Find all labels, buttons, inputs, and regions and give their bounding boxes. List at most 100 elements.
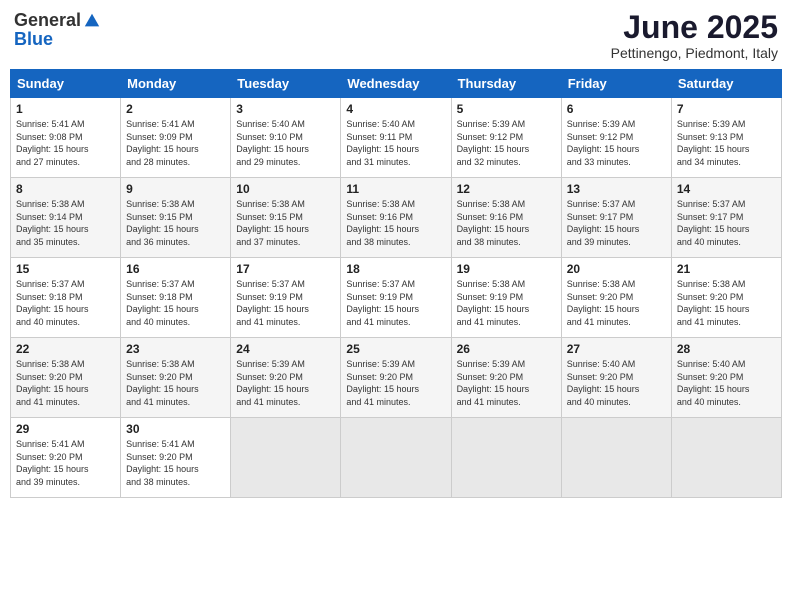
day-number: 26 [457, 342, 556, 356]
calendar-cell-22: 22Sunrise: 5:38 AM Sunset: 9:20 PM Dayli… [11, 338, 121, 418]
calendar-cell-1: 1 Sunrise: 5:41 AM Sunset: 9:08 PM Daylig… [11, 98, 121, 178]
calendar-cell-28: 28Sunrise: 5:40 AM Sunset: 9:20 PM Dayli… [671, 338, 781, 418]
calendar-cell-27: 27 Sunrise: 5:40 AM Sunset: 9:20 PM Dayli… [561, 338, 671, 418]
calendar-cell-4: 4 Sunrise: 5:40 AM Sunset: 9:11 PM Daylig… [341, 98, 451, 178]
day-info: Sunrise: 5:39 AM Sunset: 9:20 PM Dayligh… [457, 358, 556, 408]
day-info: Sunrise: 5:40 AM Sunset: 9:20 PM Dayligh… [567, 358, 666, 408]
calendar-cell-13: 13Sunrise: 5:37 AM Sunset: 9:17 PM Dayli… [561, 178, 671, 258]
day-info: Sunrise: 5:38 AM Sunset: 9:20 PM Dayligh… [567, 278, 666, 328]
day-info: Sunrise: 5:38 AM Sunset: 9:19 PM Dayligh… [457, 278, 556, 328]
calendar-cell-17: 17 Sunrise: 5:37 AM Sunset: 9:19 PM Dayli… [231, 258, 341, 338]
day-number: 25 [346, 342, 445, 356]
logo-icon [83, 12, 101, 30]
day-info: Sunrise: 5:37 AM Sunset: 9:18 PM Dayligh… [126, 278, 225, 328]
calendar-cell-empty [341, 418, 451, 498]
calendar-week-5: 29 Sunrise: 5:41 AM Sunset: 9:20 PM Dayli… [11, 418, 782, 498]
day-info: Sunrise: 5:40 AM Sunset: 9:20 PM Dayligh… [677, 358, 776, 408]
day-number: 11 [346, 182, 445, 196]
logo: General Blue [14, 10, 101, 50]
day-info: Sunrise: 5:40 AM Sunset: 9:11 PM Dayligh… [346, 118, 445, 168]
calendar-cell-26: 26 Sunrise: 5:39 AM Sunset: 9:20 PM Dayli… [451, 338, 561, 418]
logo-blue: Blue [14, 29, 53, 50]
calendar-cell-23: 23 Sunrise: 5:38 AM Sunset: 9:20 PM Dayli… [121, 338, 231, 418]
calendar-cell-18: 18 Sunrise: 5:37 AM Sunset: 9:19 PM Dayli… [341, 258, 451, 338]
calendar-cell-9: 9 Sunrise: 5:38 AM Sunset: 9:15 PM Daylig… [121, 178, 231, 258]
day-number: 2 [126, 102, 225, 116]
calendar-cell-empty [561, 418, 671, 498]
calendar-week-3: 15Sunrise: 5:37 AM Sunset: 9:18 PM Dayli… [11, 258, 782, 338]
day-info: Sunrise: 5:37 AM Sunset: 9:18 PM Dayligh… [16, 278, 115, 328]
day-info: Sunrise: 5:40 AM Sunset: 9:10 PM Dayligh… [236, 118, 335, 168]
day-info: Sunrise: 5:39 AM Sunset: 9:20 PM Dayligh… [346, 358, 445, 408]
day-number: 8 [16, 182, 115, 196]
day-number: 13 [567, 182, 666, 196]
day-number: 18 [346, 262, 445, 276]
day-info: Sunrise: 5:38 AM Sunset: 9:16 PM Dayligh… [346, 198, 445, 248]
day-info: Sunrise: 5:38 AM Sunset: 9:15 PM Dayligh… [126, 198, 225, 248]
calendar-week-1: 1 Sunrise: 5:41 AM Sunset: 9:08 PM Daylig… [11, 98, 782, 178]
calendar-header-thursday: Thursday [451, 70, 561, 98]
day-info: Sunrise: 5:39 AM Sunset: 9:12 PM Dayligh… [457, 118, 556, 168]
day-number: 20 [567, 262, 666, 276]
day-number: 4 [346, 102, 445, 116]
calendar-cell-3: 3Sunrise: 5:40 AM Sunset: 9:10 PM Daylig… [231, 98, 341, 178]
day-number: 14 [677, 182, 776, 196]
day-info: Sunrise: 5:38 AM Sunset: 9:15 PM Dayligh… [236, 198, 335, 248]
calendar: SundayMondayTuesdayWednesdayThursdayFrid… [10, 69, 782, 498]
day-info: Sunrise: 5:37 AM Sunset: 9:19 PM Dayligh… [346, 278, 445, 328]
page-header: General Blue June 2025 Pettinengo, Piedm… [10, 10, 782, 61]
day-number: 21 [677, 262, 776, 276]
calendar-cell-7: 7 Sunrise: 5:39 AM Sunset: 9:13 PM Daylig… [671, 98, 781, 178]
title-block: June 2025 Pettinengo, Piedmont, Italy [611, 10, 778, 61]
day-info: Sunrise: 5:37 AM Sunset: 9:19 PM Dayligh… [236, 278, 335, 328]
day-info: Sunrise: 5:38 AM Sunset: 9:20 PM Dayligh… [126, 358, 225, 408]
day-number: 6 [567, 102, 666, 116]
calendar-cell-2: 2Sunrise: 5:41 AM Sunset: 9:09 PM Daylig… [121, 98, 231, 178]
calendar-cell-21: 21Sunrise: 5:38 AM Sunset: 9:20 PM Dayli… [671, 258, 781, 338]
calendar-header-monday: Monday [121, 70, 231, 98]
calendar-cell-10: 10 Sunrise: 5:38 AM Sunset: 9:15 PM Dayli… [231, 178, 341, 258]
day-info: Sunrise: 5:39 AM Sunset: 9:13 PM Dayligh… [677, 118, 776, 168]
calendar-header-saturday: Saturday [671, 70, 781, 98]
calendar-cell-empty [671, 418, 781, 498]
calendar-header-friday: Friday [561, 70, 671, 98]
day-info: Sunrise: 5:41 AM Sunset: 9:08 PM Dayligh… [16, 118, 115, 168]
day-number: 10 [236, 182, 335, 196]
calendar-cell-empty [231, 418, 341, 498]
calendar-cell-19: 19 Sunrise: 5:38 AM Sunset: 9:19 PM Dayli… [451, 258, 561, 338]
calendar-header-wednesday: Wednesday [341, 70, 451, 98]
month-title: June 2025 [611, 10, 778, 45]
calendar-cell-6: 6 Sunrise: 5:39 AM Sunset: 9:12 PM Daylig… [561, 98, 671, 178]
calendar-header-sunday: Sunday [11, 70, 121, 98]
day-number: 17 [236, 262, 335, 276]
day-number: 19 [457, 262, 556, 276]
day-info: Sunrise: 5:41 AM Sunset: 9:20 PM Dayligh… [126, 438, 225, 488]
calendar-week-2: 8 Sunrise: 5:38 AM Sunset: 9:14 PM Daylig… [11, 178, 782, 258]
day-number: 7 [677, 102, 776, 116]
day-number: 29 [16, 422, 115, 436]
calendar-cell-5: 5 Sunrise: 5:39 AM Sunset: 9:12 PM Daylig… [451, 98, 561, 178]
location: Pettinengo, Piedmont, Italy [611, 45, 778, 61]
day-info: Sunrise: 5:39 AM Sunset: 9:12 PM Dayligh… [567, 118, 666, 168]
day-number: 30 [126, 422, 225, 436]
day-info: Sunrise: 5:38 AM Sunset: 9:16 PM Dayligh… [457, 198, 556, 248]
day-number: 27 [567, 342, 666, 356]
calendar-cell-empty [451, 418, 561, 498]
day-info: Sunrise: 5:37 AM Sunset: 9:17 PM Dayligh… [677, 198, 776, 248]
day-number: 5 [457, 102, 556, 116]
day-info: Sunrise: 5:38 AM Sunset: 9:14 PM Dayligh… [16, 198, 115, 248]
calendar-cell-16: 16 Sunrise: 5:37 AM Sunset: 9:18 PM Dayli… [121, 258, 231, 338]
calendar-cell-24: 24Sunrise: 5:39 AM Sunset: 9:20 PM Dayli… [231, 338, 341, 418]
day-number: 1 [16, 102, 115, 116]
calendar-cell-8: 8 Sunrise: 5:38 AM Sunset: 9:14 PM Daylig… [11, 178, 121, 258]
calendar-cell-20: 20 Sunrise: 5:38 AM Sunset: 9:20 PM Dayli… [561, 258, 671, 338]
calendar-header-row: SundayMondayTuesdayWednesdayThursdayFrid… [11, 70, 782, 98]
logo-general: General [14, 10, 81, 31]
day-number: 9 [126, 182, 225, 196]
day-info: Sunrise: 5:38 AM Sunset: 9:20 PM Dayligh… [16, 358, 115, 408]
calendar-header-tuesday: Tuesday [231, 70, 341, 98]
day-number: 16 [126, 262, 225, 276]
day-number: 23 [126, 342, 225, 356]
calendar-cell-14: 14 Sunrise: 5:37 AM Sunset: 9:17 PM Dayli… [671, 178, 781, 258]
day-info: Sunrise: 5:39 AM Sunset: 9:20 PM Dayligh… [236, 358, 335, 408]
